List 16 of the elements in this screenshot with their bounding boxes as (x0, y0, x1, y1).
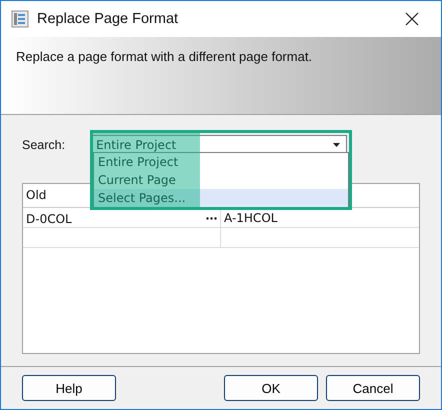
caret-icon (333, 143, 340, 147)
description-text: Replace a page format with a different page format. (16, 49, 312, 64)
table-cell: D-0COL (26, 212, 72, 226)
app-icon (11, 10, 29, 28)
close-icon[interactable] (405, 12, 419, 26)
table-cell: A-1HCOL (224, 211, 278, 225)
ellipsis-icon[interactable] (206, 217, 217, 220)
dropdown-option[interactable]: Select Pages... (94, 189, 348, 207)
dropdown-option[interactable]: Current Page (94, 171, 348, 189)
column-header: Old (25, 187, 48, 204)
dropdown-option[interactable]: Entire Project (94, 153, 348, 171)
dialog-button[interactable]: Help (22, 375, 116, 401)
window-title: Replace Page Format (37, 11, 180, 27)
dialog-button[interactable]: OK (224, 375, 318, 401)
search-label: Search: (22, 138, 66, 152)
dialog-button[interactable]: Cancel (326, 375, 420, 401)
